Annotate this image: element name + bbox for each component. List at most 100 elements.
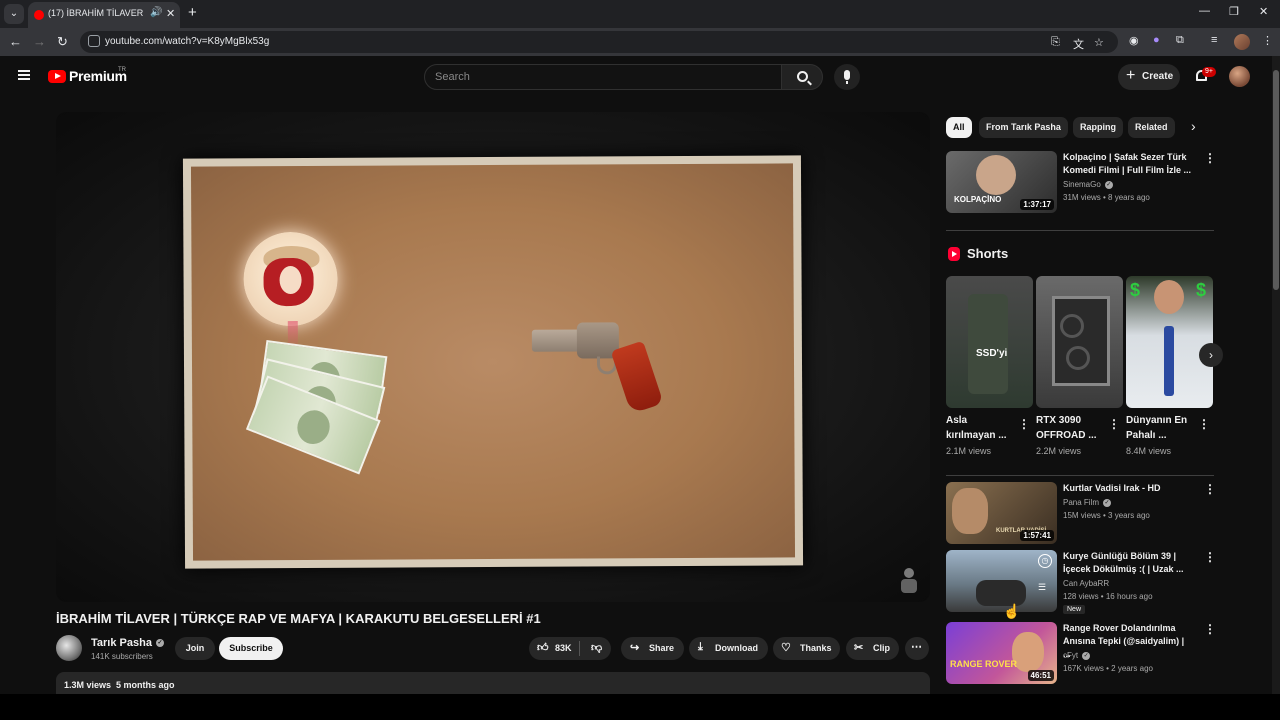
chip-from-channel[interactable]: From Tarık Pasha [979, 117, 1068, 138]
download-button[interactable]: ⤓ Download [689, 637, 768, 660]
shorts-logo-icon [948, 247, 960, 261]
search-button[interactable] [781, 64, 823, 90]
logo-country-code: TR [118, 67, 126, 73]
reload-icon[interactable]: ↻ [57, 34, 68, 50]
subscribe-button[interactable]: Subscribe [219, 637, 283, 660]
page-scrollbar[interactable] [1272, 56, 1280, 694]
close-tab-icon[interactable]: ✕ [166, 7, 175, 20]
recommendation-title[interactable]: Kurtlar Vadisi Irak - HD [1063, 482, 1193, 495]
chevron-right-icon[interactable]: › [1191, 118, 1196, 134]
scissors-icon: ✂ [854, 642, 864, 654]
verified-check-icon: ✓ [1104, 180, 1113, 189]
short-title[interactable]: Dünyanın En Pahalı ... [1126, 413, 1196, 443]
short-title[interactable]: RTX 3090 OFFROAD ... [1036, 413, 1106, 443]
channel-name-text[interactable]: Tarık Pasha [91, 637, 152, 649]
channel-avatar[interactable] [56, 635, 82, 661]
like-count[interactable]: 83K [555, 643, 572, 653]
extension-icon[interactable]: ◉ [1129, 34, 1139, 47]
recommendation-channel[interactable]: SinemaGo ✓ [1063, 180, 1113, 189]
channel-watermark-icon[interactable] [898, 568, 920, 594]
search-placeholder: Search [435, 71, 470, 83]
recommendation-channel[interactable]: Can AybaRR [1063, 579, 1109, 588]
youtube-logo-icon[interactable] [48, 70, 66, 83]
video-thumbnail[interactable]: KOLPAÇİNO 1:37:17 [946, 151, 1057, 213]
video-thumbnail[interactable]: RANGE ROVER 46:51 [946, 622, 1057, 684]
restore-icon[interactable]: ❐ [1229, 5, 1239, 18]
more-options-icon[interactable]: ⋮ [1204, 550, 1216, 564]
bookmark-star-icon[interactable]: ☆ [1094, 36, 1104, 49]
gpu-fan-shape [1066, 346, 1090, 370]
more-options-icon[interactable]: ⋮ [1204, 482, 1216, 496]
share-arrow-icon: ↪ [630, 642, 640, 654]
section-divider [946, 475, 1214, 476]
create-button[interactable]: + Create [1118, 64, 1180, 90]
extension-discord-icon[interactable]: ● [1153, 34, 1160, 46]
woman-portrait-illustration [243, 231, 338, 327]
more-options-icon[interactable]: ⋮ [1018, 417, 1030, 431]
more-options-icon[interactable]: ⋮ [1108, 417, 1120, 431]
thanks-button[interactable]: ♡ Thanks [773, 637, 840, 660]
mouse-cursor-icon: ☝ [1003, 603, 1021, 619]
speaker-icon[interactable]: 🔊 [150, 7, 162, 18]
recommendation-channel-text[interactable]: cFyt [1063, 651, 1078, 660]
browser-tab-active[interactable]: (17) İBRAHİM TİLAVER | TÜRKÇE RAP VE MAF… [28, 2, 180, 28]
recommendation-item[interactable]: RANGE ROVER 46:51 Range Rover Dolandırıl… [946, 622, 1216, 686]
join-button[interactable]: Join [175, 637, 215, 660]
minimize-icon[interactable]: — [1199, 5, 1210, 17]
recommendation-channel-text[interactable]: Pana Film [1063, 498, 1099, 507]
recommendation-title[interactable]: Kurye Günlüğü Bölüm 39 | İçecek Dökülmüş… [1063, 550, 1193, 576]
site-info-icon[interactable] [88, 35, 100, 47]
recommendation-item[interactable]: KURTLAR VADİSİ 1:57:41 Kurtlar Vadisi Ir… [946, 482, 1216, 546]
reading-list-icon[interactable]: ≡ [1211, 34, 1217, 46]
gpu-fan-shape [1060, 314, 1084, 338]
video-thumbnail[interactable]: ◷ ☰ [946, 550, 1057, 612]
menu-hamburger-icon[interactable] [18, 70, 30, 80]
watch-later-clock-icon[interactable]: ◷ [1038, 554, 1052, 568]
short-title[interactable]: Asla kırılmayan ... [946, 413, 1016, 443]
video-player[interactable] [56, 112, 930, 602]
browser-menu-icon[interactable]: ⋮ [1262, 34, 1273, 47]
search-input[interactable]: Search [424, 64, 782, 90]
scrollbar-thumb[interactable] [1273, 70, 1279, 290]
translate-icon[interactable]: 文 [1073, 36, 1084, 52]
video-thumbnail[interactable]: KURTLAR VADİSİ 1:57:41 [946, 482, 1057, 544]
shorts-next-chevron-icon[interactable]: › [1199, 343, 1223, 367]
address-bar[interactable]: youtube.com/watch?v=K8yMgBlx53g ⎘ 文 ☆ [80, 31, 1118, 53]
short-thumbnail[interactable] [1036, 276, 1123, 408]
dislike-thumb-icon[interactable]: 👎︎ [591, 641, 602, 654]
verified-check-icon: ✓ [155, 639, 164, 648]
install-app-icon[interactable]: ⎘ [1051, 36, 1060, 49]
recommendation-title[interactable]: Kolpaçino | Şafak Sezer Türk Komedi Film… [1063, 151, 1193, 177]
new-tab-button[interactable]: + [188, 5, 197, 21]
close-window-icon[interactable]: ✕ [1259, 5, 1268, 18]
browser-profile-avatar[interactable] [1234, 34, 1250, 50]
recommendation-item[interactable]: ◷ ☰ Kurye Günlüğü Bölüm 39 | İçecek Dökü… [946, 550, 1216, 618]
recommendation-channel[interactable]: Pana Film ✓ [1063, 498, 1112, 507]
short-thumbnail[interactable]: $ $ [1126, 276, 1213, 408]
chip-all[interactable]: All [946, 117, 972, 138]
recommendation-meta: 167K views • 2 years ago [1063, 664, 1153, 673]
more-actions-button[interactable]: ⋯ [905, 637, 929, 660]
more-options-icon[interactable]: ⋮ [1204, 151, 1216, 165]
clip-button[interactable]: ✂ Clip [846, 637, 899, 660]
description-box[interactable]: 1.3M views 5 months ago [56, 672, 930, 694]
voice-search-button[interactable] [834, 64, 860, 90]
add-to-queue-icon[interactable]: ☰ [1038, 582, 1046, 593]
short-thumbnail[interactable]: SSD'yi [946, 276, 1033, 408]
back-arrow-icon[interactable]: ← [9, 34, 22, 49]
account-avatar[interactable] [1229, 66, 1250, 87]
video-duration: 46:51 [1027, 670, 1054, 681]
extensions-puzzle-icon[interactable]: ⧉ [1176, 34, 1184, 47]
like-thumb-icon[interactable]: 👍︎ [537, 641, 549, 654]
more-options-icon[interactable]: ⋮ [1204, 622, 1216, 636]
share-button[interactable]: ↪ Share [621, 637, 684, 660]
more-options-icon[interactable]: ⋮ [1198, 417, 1210, 431]
chip-related[interactable]: Related [1128, 117, 1175, 138]
tab-search-dropdown[interactable]: ⌄ [4, 4, 24, 24]
recommendation-channel[interactable]: cFyt ✓ [1063, 651, 1091, 660]
channel-name[interactable]: Tarık Pasha ✓ [91, 637, 164, 649]
chip-rapping[interactable]: Rapping [1073, 117, 1123, 138]
recommendation-channel-text[interactable]: SinemaGo [1063, 180, 1101, 189]
recommendation-item[interactable]: KOLPAÇİNO 1:37:17 Kolpaçino | Şafak Seze… [946, 151, 1216, 215]
forward-arrow-icon[interactable]: → [33, 34, 46, 49]
